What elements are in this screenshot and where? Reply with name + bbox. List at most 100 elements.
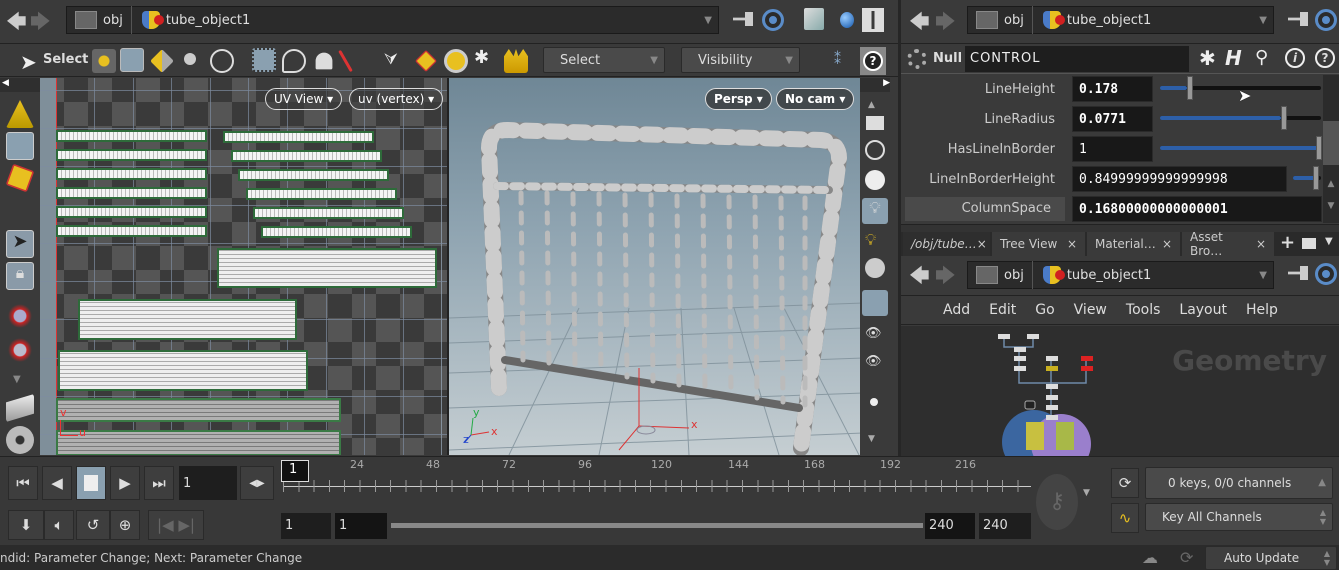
- shading-mode-icon[interactable]: [862, 290, 888, 316]
- menu-help[interactable]: Help: [1246, 302, 1278, 318]
- forward-arrow-icon[interactable]: 🡆: [935, 261, 956, 295]
- forward-arrow-icon[interactable]: 🡆: [30, 7, 51, 41]
- uv-mode-icon[interactable]: [5, 163, 35, 193]
- haslineinborder-slider[interactable]: [1160, 136, 1323, 160]
- chevron-down-icon[interactable]: ▼: [704, 15, 712, 26]
- auto-key-icon[interactable]: ⟳: [1111, 468, 1139, 498]
- info-icon[interactable]: i: [1285, 48, 1305, 68]
- back-arrow-icon[interactable]: 🡄: [6, 7, 27, 41]
- menu-go[interactable]: Go: [1035, 302, 1054, 318]
- lineinborderheight-field[interactable]: 0.84999999999999998: [1072, 166, 1287, 192]
- close-icon[interactable]: ×: [977, 237, 987, 251]
- camera-menu[interactable]: No cam ▾: [776, 88, 855, 110]
- path-node[interactable]: tube_object1: [1067, 268, 1151, 283]
- scroll-down-icon[interactable]: ▼: [868, 434, 875, 444]
- handle-tool-icon[interactable]: [6, 394, 34, 422]
- jump-start-button[interactable]: ⏮: [8, 466, 38, 500]
- camera-icon[interactable]: [865, 258, 885, 278]
- link-icon[interactable]: [762, 9, 784, 31]
- key-icon[interactable]: ⚷: [1036, 474, 1078, 530]
- path-root[interactable]: obj: [103, 13, 123, 28]
- back-arrow-icon[interactable]: 🡄: [909, 7, 930, 41]
- pin-icon[interactable]: [1288, 12, 1308, 26]
- step-back-button[interactable]: ◀: [42, 466, 72, 500]
- uv-attribute-menu[interactable]: uv (vertex) ▾: [349, 88, 444, 110]
- tab-tree-view[interactable]: Tree View ×: [992, 232, 1085, 256]
- tab-network[interactable]: /obj/tube… ×: [903, 232, 990, 256]
- jump-end-button[interactable]: ⏭: [144, 466, 174, 500]
- move-tool-icon[interactable]: [6, 302, 34, 330]
- path-field[interactable]: obj tube_object1 ▼: [66, 6, 719, 34]
- chevron-down-icon[interactable]: ▼: [1259, 270, 1267, 281]
- help-icon[interactable]: ?: [863, 51, 883, 71]
- range-end-field[interactable]: 240: [979, 513, 1031, 539]
- range-start-field[interactable]: 1: [281, 513, 331, 539]
- maximize-pane-icon[interactable]: [1302, 238, 1316, 249]
- menu-layout[interactable]: Layout: [1179, 302, 1227, 318]
- background-icon[interactable]: [866, 116, 884, 130]
- path-root[interactable]: obj: [1004, 268, 1024, 283]
- tab-material[interactable]: Material… ×: [1087, 232, 1180, 256]
- audio-icon[interactable]: 🔈︎: [44, 510, 74, 540]
- tab-asset-browser[interactable]: Asset Bro… ×: [1182, 230, 1274, 258]
- hda-icon[interactable]: H: [1225, 46, 1242, 70]
- lineheight-field[interactable]: 0.178: [1072, 76, 1153, 102]
- update-icon[interactable]: ⟳: [1180, 548, 1193, 567]
- lineinborderheight-slider[interactable]: [1293, 166, 1321, 190]
- lineradius-field[interactable]: 0.0771: [1072, 106, 1153, 132]
- step-frame-buttons[interactable]: ◀▶: [240, 466, 274, 500]
- global-anim-options-icon[interactable]: ⊕: [110, 510, 140, 540]
- brain-icon[interactable]: ☁: [1142, 548, 1158, 567]
- pane-splitter[interactable]: [901, 224, 1339, 232]
- param-scrollbar[interactable]: ▲ ▼: [1323, 75, 1339, 223]
- back-arrow-icon[interactable]: 🡄: [909, 261, 930, 295]
- columnspace-field[interactable]: 0.16800000000000001: [1072, 196, 1322, 222]
- breakpoint-select-icon[interactable]: [210, 49, 234, 73]
- key-menu-icon[interactable]: ▼: [1083, 488, 1090, 498]
- close-icon[interactable]: ×: [1067, 237, 1077, 251]
- keys-status[interactable]: 0 keys, 0/0 channels ▲: [1145, 467, 1333, 499]
- key-mode-combo[interactable]: Key All Channels ▲ ▼: [1145, 503, 1333, 531]
- select-tool-label[interactable]: Select: [43, 52, 88, 67]
- path-field[interactable]: obj tube_object1 ▼: [967, 261, 1274, 289]
- uv-view-menu[interactable]: UV View ▾: [265, 88, 343, 110]
- loop-icon[interactable]: ↺: [76, 510, 110, 540]
- layout-icon[interactable]: [862, 8, 884, 32]
- link-icon[interactable]: [1315, 263, 1337, 285]
- select-arrow-icon[interactable]: ➤: [20, 50, 37, 74]
- primitive-select-icon[interactable]: [120, 48, 144, 72]
- current-frame-marker[interactable]: 1: [281, 460, 309, 482]
- paint-select-icon[interactable]: [315, 52, 333, 70]
- geometry-view-icon[interactable]: [804, 8, 824, 30]
- range-slider[interactable]: [391, 523, 923, 528]
- scroll-up-icon[interactable]: ▲: [868, 100, 875, 110]
- menu-view[interactable]: View: [1074, 302, 1107, 318]
- edge-select-icon[interactable]: [150, 49, 174, 73]
- select-all-icon[interactable]: ✱: [474, 47, 498, 71]
- pane-menu-icon[interactable]: ▼: [1325, 236, 1333, 247]
- lineradius-slider[interactable]: [1160, 106, 1321, 130]
- current-frame-field[interactable]: 1: [179, 466, 237, 500]
- key-channels-icon[interactable]: ∿: [1111, 503, 1139, 533]
- pick-icon[interactable]: ⮛: [384, 49, 408, 73]
- close-icon[interactable]: ×: [1162, 237, 1172, 251]
- box-select-icon[interactable]: [252, 48, 276, 72]
- laser-select-icon[interactable]: [338, 49, 353, 73]
- close-icon[interactable]: ×: [1256, 237, 1266, 251]
- lock-icon[interactable]: 🔒︎: [6, 262, 34, 290]
- pin-icon[interactable]: [1288, 266, 1308, 280]
- select-groups-icon[interactable]: [414, 49, 438, 73]
- playback-start-field[interactable]: 1: [335, 513, 387, 539]
- snapping-icon[interactable]: [6, 426, 34, 454]
- rotate-tool-icon[interactable]: [6, 336, 34, 364]
- visibility-combo[interactable]: Visibility ▼: [681, 47, 800, 73]
- lights-icon[interactable]: 💡︎: [862, 198, 888, 224]
- path-node[interactable]: tube_object1: [1067, 13, 1151, 28]
- path-field[interactable]: obj tube_object1 ▼: [967, 6, 1274, 34]
- visibility-2-icon[interactable]: 👁︎: [865, 354, 882, 369]
- points-select-icon[interactable]: [92, 49, 116, 73]
- realtime-toggle-icon[interactable]: ⬇: [8, 510, 44, 540]
- chevron-down-icon[interactable]: ▼: [1259, 15, 1267, 26]
- gear-icon[interactable]: ✱: [1199, 46, 1216, 70]
- stop-button[interactable]: [76, 466, 106, 500]
